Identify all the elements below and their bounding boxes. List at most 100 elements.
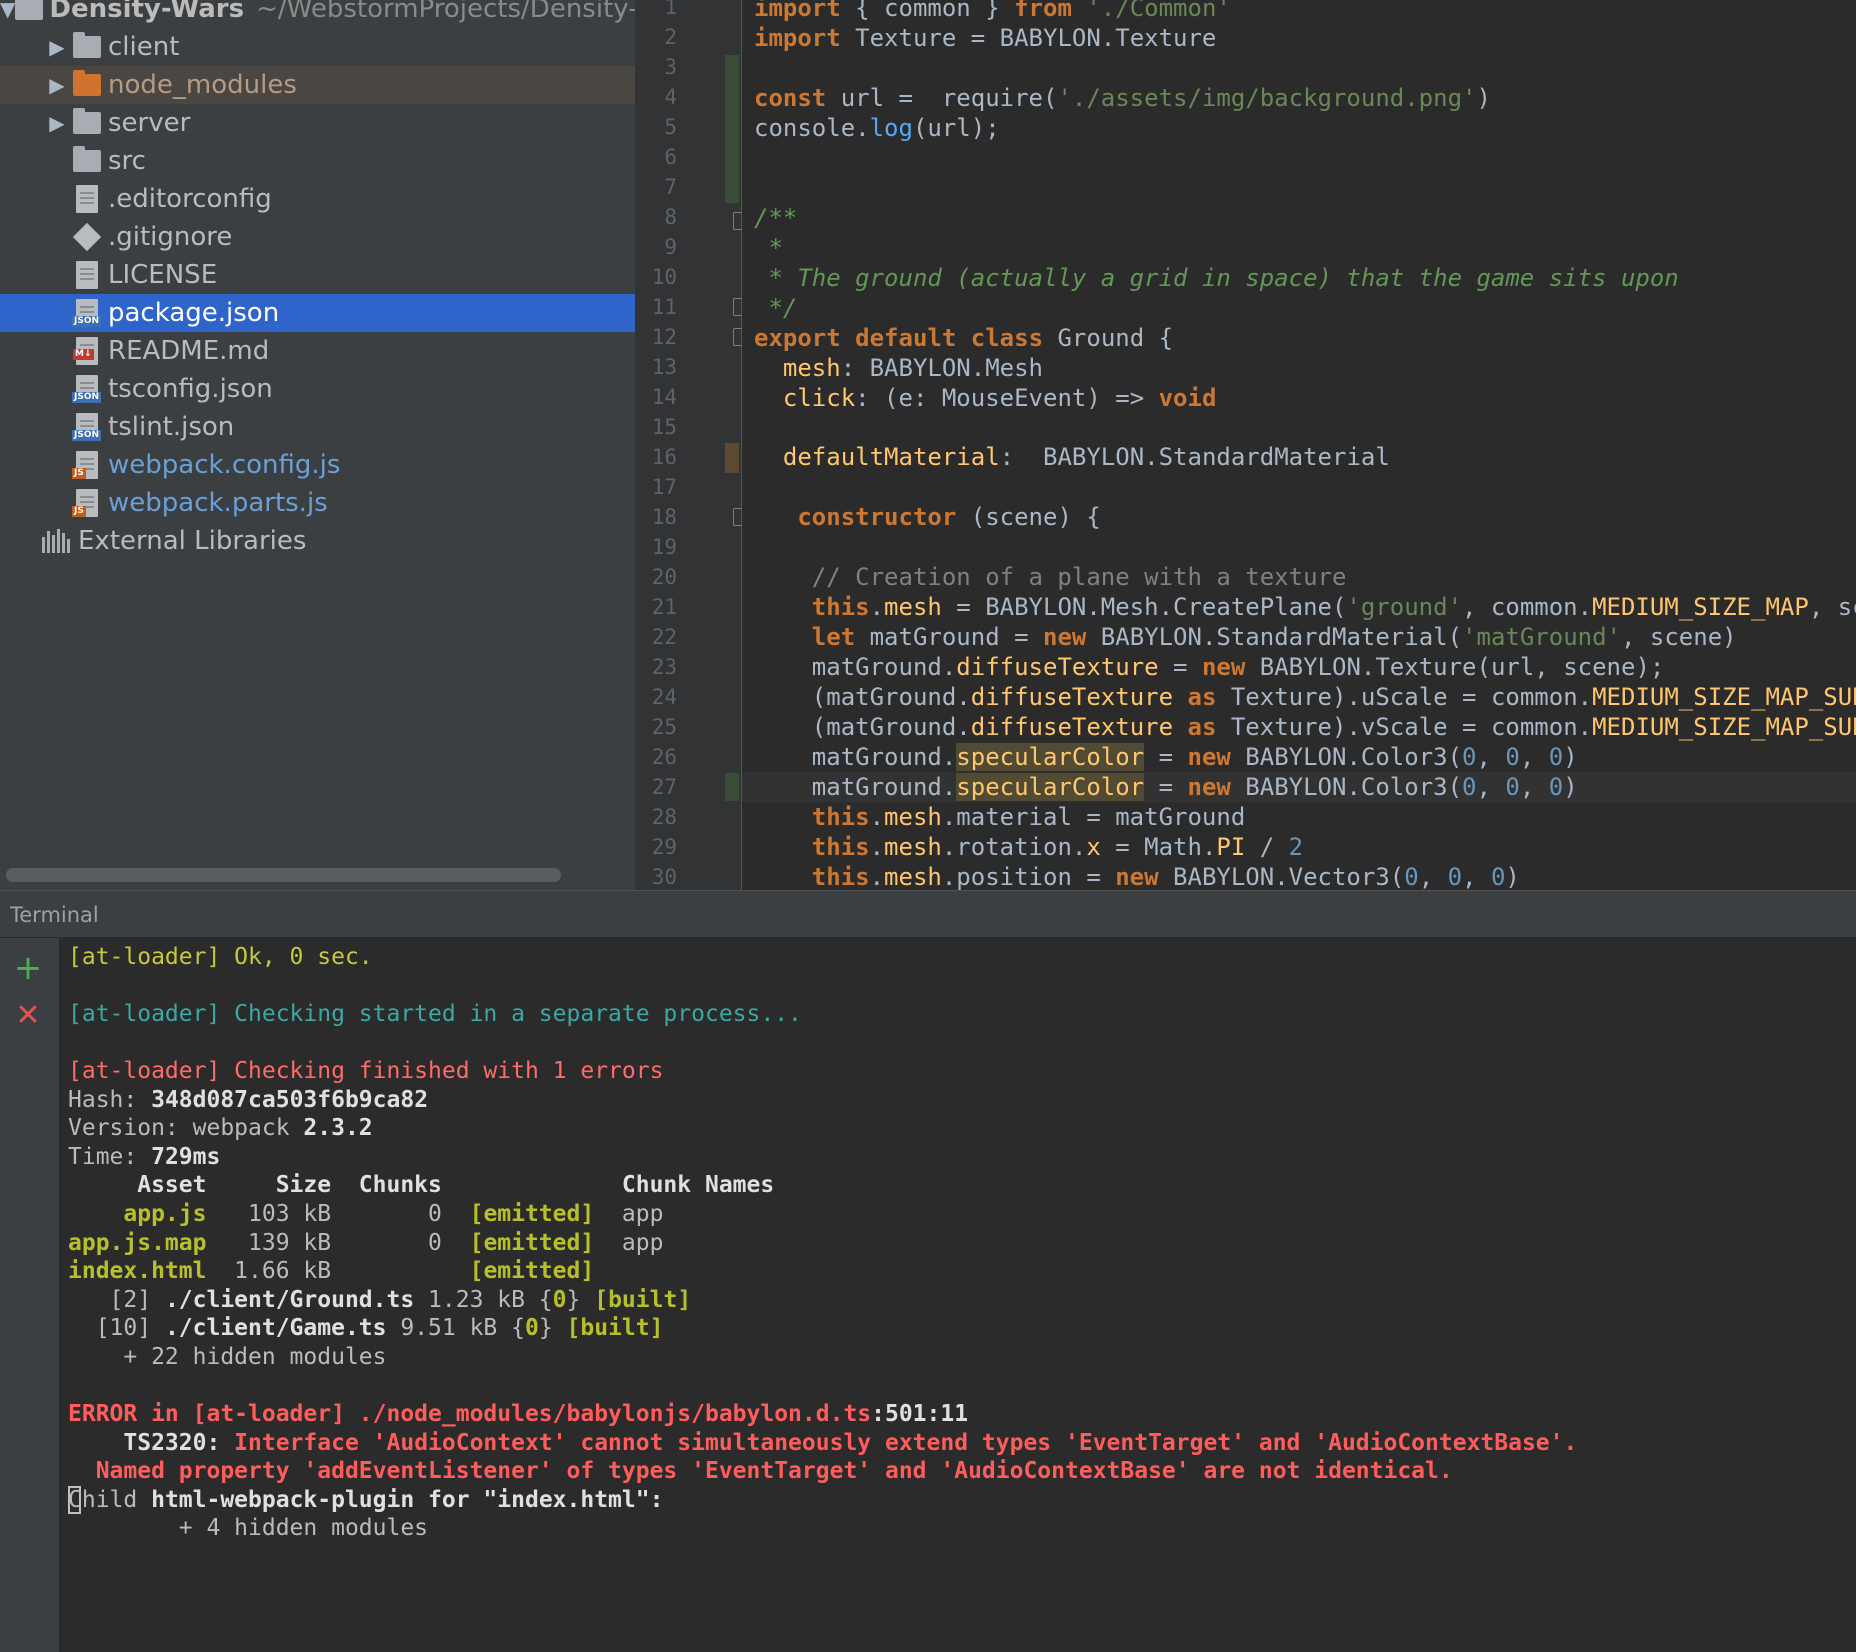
line-number: 17 xyxy=(651,475,677,499)
excluded-folder-icon xyxy=(72,70,102,99)
tree-item-client[interactable]: ▶ client xyxy=(0,28,635,66)
code-line[interactable]: */ xyxy=(742,293,1856,323)
code-line[interactable]: matGround.specularColor = new BABYLON.Co… xyxy=(742,742,1856,772)
js-file-icon: JS xyxy=(72,489,102,517)
code-line[interactable]: this.mesh.material = matGround xyxy=(742,802,1856,832)
tree-item-label: tslint.json xyxy=(108,412,235,442)
line-number: 13 xyxy=(651,355,677,379)
line-number: 26 xyxy=(651,745,677,769)
code-line[interactable]: mesh: BABYLON.Mesh xyxy=(742,353,1856,383)
code-line[interactable] xyxy=(742,53,1856,83)
line-number: 7 xyxy=(664,175,677,199)
line-number: 16 xyxy=(651,445,677,469)
terminal-line: [at-loader] Checking started in a separa… xyxy=(68,1001,802,1028)
terminal-cursor xyxy=(68,1485,81,1514)
add-terminal-icon[interactable]: + xyxy=(12,951,44,985)
tree-item-node-modules[interactable]: ▶ node_modules xyxy=(0,66,635,104)
tree-item-webpack-config[interactable]: JS webpack.config.js xyxy=(0,446,635,484)
tree-item-package-json[interactable]: JSON package.json xyxy=(0,294,635,332)
chevron-right-icon[interactable]: ▶ xyxy=(42,35,72,59)
code-line[interactable]: /** xyxy=(742,203,1856,233)
tree-item-webpack-parts[interactable]: JS webpack.parts.js xyxy=(0,484,635,522)
line-number: 2 xyxy=(664,25,677,49)
chevron-right-icon[interactable]: ▶ xyxy=(42,111,72,135)
code-line[interactable]: let matGround = new BABYLON.StandardMate… xyxy=(742,622,1856,652)
code-line[interactable]: constructor (scene) { xyxy=(742,502,1856,532)
code-line[interactable]: click: (e: MouseEvent) => void xyxy=(742,383,1856,413)
terminal-title: Terminal xyxy=(10,903,99,927)
terminal-line: + 4 hidden modules xyxy=(68,1515,429,1542)
js-file-icon: JS xyxy=(72,451,102,479)
json-file-icon: JSON xyxy=(72,375,102,403)
vcs-change-marker[interactable] xyxy=(725,443,739,473)
tree-item-external-libraries[interactable]: External Libraries xyxy=(0,522,635,560)
vcs-change-marker[interactable] xyxy=(725,773,739,801)
tree-item-tsconfig[interactable]: JSON tsconfig.json xyxy=(0,370,635,408)
tree-item-editorconfig[interactable]: .editorconfig xyxy=(0,180,635,218)
code-line[interactable]: this.mesh.rotation.x = Math.PI / 2 xyxy=(742,832,1856,862)
line-number: 1 xyxy=(664,0,677,19)
line-number: 27 xyxy=(651,775,677,799)
code-line[interactable] xyxy=(742,412,1856,442)
terminal-header: Terminal xyxy=(0,890,1856,938)
code-line[interactable]: // Creation of a plane with a texture xyxy=(742,562,1856,592)
code-line[interactable]: (matGround.diffuseTexture as Texture).uS… xyxy=(742,682,1856,712)
text-file-icon xyxy=(72,261,102,289)
code-editor[interactable]: import { common } from './Common' import … xyxy=(742,0,1856,890)
code-line[interactable]: this.mesh.position = new BABYLON.Vector3… xyxy=(742,862,1856,890)
code-line[interactable] xyxy=(742,173,1856,203)
line-number: 14 xyxy=(651,385,677,409)
line-number: 30 xyxy=(651,865,677,889)
tree-item-src[interactable]: src xyxy=(0,142,635,180)
line-number: 21 xyxy=(651,595,677,619)
code-line[interactable]: (matGround.diffuseTexture as Texture).vS… xyxy=(742,712,1856,742)
code-line[interactable]: console.log(url); xyxy=(742,113,1856,143)
tree-item-label: node_modules xyxy=(108,70,297,100)
terminal-line: [at-loader] Ok, 0 sec. xyxy=(68,944,373,970)
tree-root[interactable]: ▼ Density-Wars ~/WebstormProjects/Densit… xyxy=(0,0,635,28)
code-line[interactable]: * The ground (actually a grid in space) … xyxy=(742,263,1856,293)
code-line[interactable] xyxy=(742,532,1856,562)
git-file-icon xyxy=(72,222,102,252)
tree-item-label: External Libraries xyxy=(78,526,307,556)
line-number: 19 xyxy=(651,535,677,559)
line-number: 3 xyxy=(664,55,677,79)
code-line[interactable]: matGround.specularColor = new BABYLON.Co… xyxy=(742,772,1856,803)
code-line[interactable]: export default class Ground { xyxy=(742,323,1856,353)
vcs-change-marker[interactable] xyxy=(725,55,739,203)
line-number: 5 xyxy=(664,115,677,139)
code-line[interactable]: import { common } from './Common' xyxy=(742,0,1856,23)
folder-icon xyxy=(72,146,102,175)
line-number: 12 xyxy=(651,325,677,349)
code-line[interactable]: import Texture = BABYLON.Texture xyxy=(742,23,1856,53)
code-line[interactable] xyxy=(742,143,1856,173)
code-line[interactable]: this.mesh = BABYLON.Mesh.CreatePlane('gr… xyxy=(742,592,1856,622)
tree-item-server[interactable]: ▶ server xyxy=(0,104,635,142)
code-line[interactable]: * xyxy=(742,233,1856,263)
json-file-icon: JSON xyxy=(72,413,102,441)
line-number: 24 xyxy=(651,685,677,709)
text-file-icon xyxy=(72,185,102,213)
code-line[interactable]: const url = require('./assets/img/backgr… xyxy=(742,83,1856,113)
tree-item-tslint[interactable]: JSON tslint.json xyxy=(0,408,635,446)
tree-item-gitignore[interactable]: .gitignore xyxy=(0,218,635,256)
line-number: 15 xyxy=(651,415,677,439)
tree-item-license[interactable]: LICENSE xyxy=(0,256,635,294)
chevron-right-icon[interactable]: ▶ xyxy=(42,73,72,97)
close-terminal-icon[interactable]: ✕ xyxy=(12,1000,44,1032)
tree-item-label: package.json xyxy=(108,298,280,328)
horizontal-scrollbar[interactable] xyxy=(6,868,561,882)
line-number: 25 xyxy=(651,715,677,739)
code-line[interactable] xyxy=(742,472,1856,502)
chevron-down-icon[interactable]: ▼ xyxy=(0,0,15,21)
tree-item-readme[interactable]: M↓ README.md xyxy=(0,332,635,370)
code-line[interactable]: defaultMaterial: BABYLON.StandardMateria… xyxy=(742,442,1856,472)
code-line[interactable]: matGround.diffuseTexture = new BABYLON.T… xyxy=(742,652,1856,682)
line-number: 22 xyxy=(651,625,677,649)
tree-item-label: LICENSE xyxy=(108,260,218,290)
terminal-output[interactable]: [at-loader] Ok, 0 sec. [at-loader] Checki… xyxy=(60,938,1856,1652)
line-number: 23 xyxy=(651,655,677,679)
editor-gutter: 1 2 3 4 5 6 7 8 9 10 11 12 13 14 15 16 17 18 19 20 21 22 23 24 2… xyxy=(635,0,749,890)
line-number: 9 xyxy=(664,235,677,259)
tree-item-label: server xyxy=(108,108,191,138)
